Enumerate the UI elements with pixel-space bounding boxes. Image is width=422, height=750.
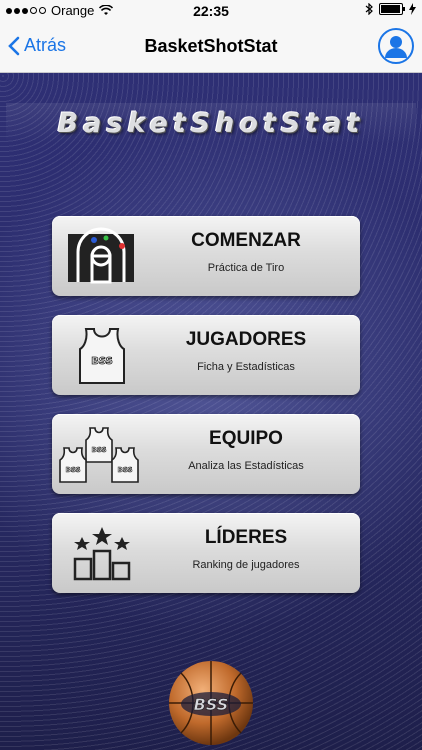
app-logo-text: BasketShotStat: [6, 103, 416, 143]
jugadores-button[interactable]: BSS JUGADORES Ficha y Estadísticas: [52, 315, 360, 395]
podium-stars-icon: [73, 527, 131, 581]
user-icon: [385, 36, 407, 58]
lideres-title: LÍDERES: [204, 527, 288, 548]
team-jerseys-icon: BSS BSS BSS: [59, 427, 139, 483]
comenzar-subtitle: Práctica de Tiro: [207, 262, 285, 274]
svg-text:BSS: BSS: [91, 356, 113, 367]
jersey-icon: BSS: [79, 328, 125, 384]
equipo-subtitle: Analiza las Estadísticas: [188, 460, 304, 472]
equipo-title: EQUIPO: [209, 428, 283, 449]
main-menu-area: BasketShotStat COMENZAR Práctica de Tiro…: [0, 73, 422, 750]
jugadores-subtitle: Ficha y Estadísticas: [197, 361, 295, 373]
page-title: BasketShotStat: [144, 36, 278, 56]
charging-icon: [409, 3, 416, 15]
lideres-subtitle: Ranking de jugadores: [192, 559, 300, 571]
svg-text:BSS: BSS: [117, 466, 132, 474]
svg-text:BSS: BSS: [194, 695, 229, 714]
comenzar-button[interactable]: COMENZAR Práctica de Tiro: [52, 216, 360, 296]
equipo-button[interactable]: BSS BSS BSS EQUIPO Analiza las Estadísti…: [52, 414, 360, 494]
status-bar: Orange 22:35: [0, 0, 422, 22]
battery-icon: [379, 3, 405, 15]
svg-text:BSS: BSS: [65, 466, 80, 474]
comenzar-title: COMENZAR: [191, 230, 301, 251]
jugadores-title: JUGADORES: [185, 329, 307, 350]
bluetooth-icon: [365, 3, 373, 15]
lideres-button[interactable]: LÍDERES Ranking de jugadores: [52, 513, 360, 593]
basketball-logo: BSS: [169, 661, 253, 745]
profile-button[interactable]: [378, 28, 414, 64]
app-logo: BasketShotStat: [0, 95, 422, 145]
court-icon: [68, 227, 134, 284]
status-right: [365, 3, 416, 15]
status-time: 22:35: [193, 3, 229, 19]
svg-text:BSS: BSS: [91, 446, 106, 454]
navigation-bar: Atrás BasketShotStat: [0, 22, 422, 73]
